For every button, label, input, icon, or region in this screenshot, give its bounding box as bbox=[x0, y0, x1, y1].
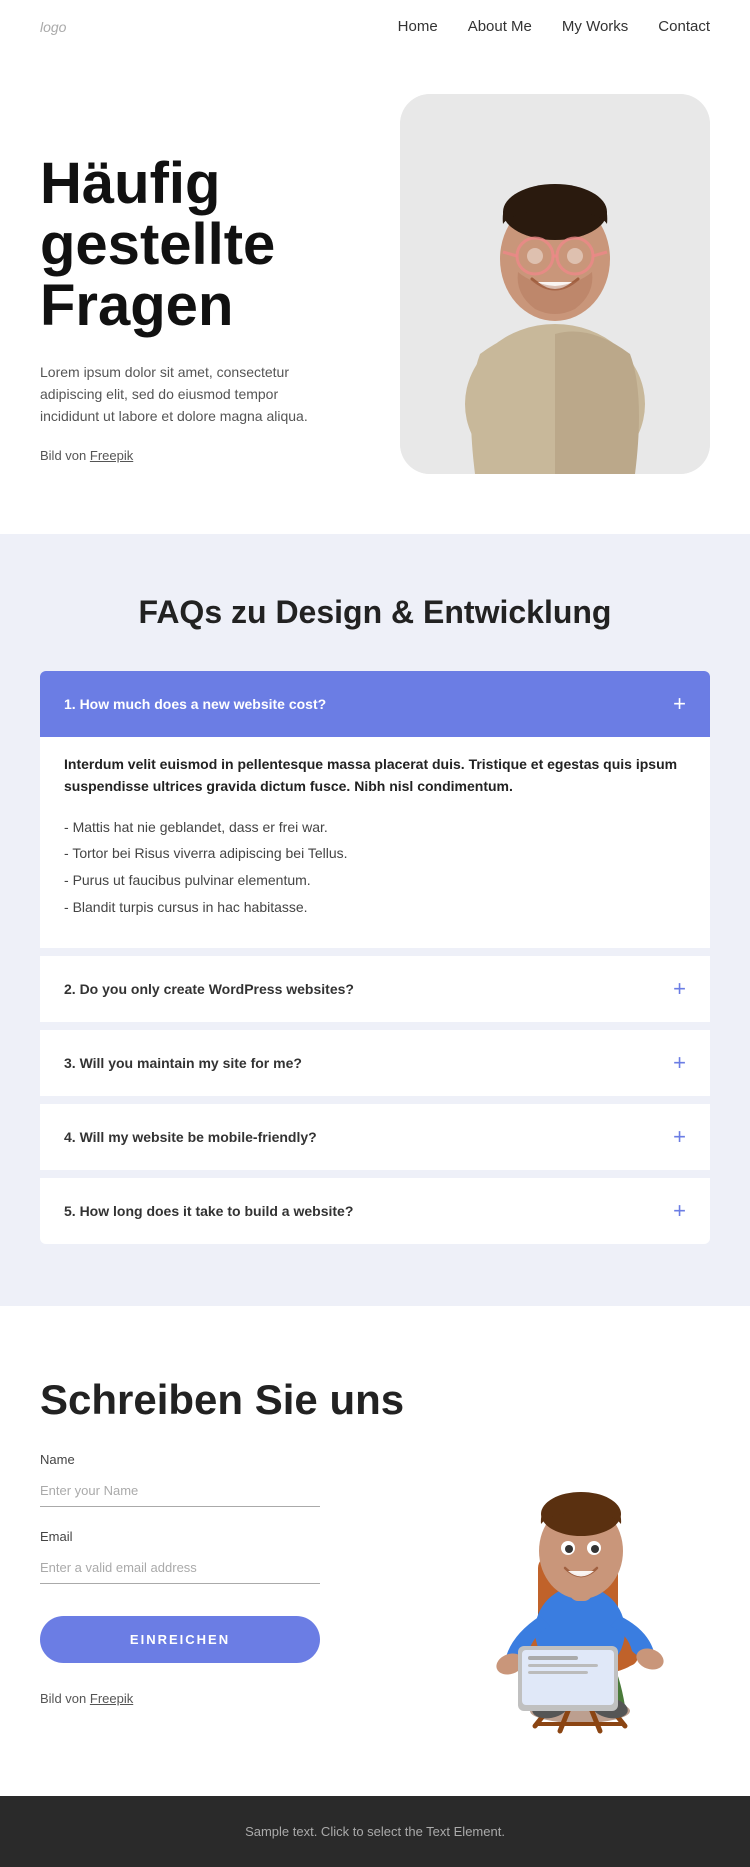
faq-question-4[interactable]: 4. Will my website be mobile-friendly? + bbox=[40, 1104, 710, 1170]
faq-plus-icon-3: + bbox=[673, 1052, 686, 1074]
list-item: Purus ut faucibus pulvinar elementum. bbox=[64, 867, 686, 894]
faq-item-4: 4. Will my website be mobile-friendly? + bbox=[40, 1104, 710, 1170]
submit-button[interactable]: EINREICHEN bbox=[40, 1616, 320, 1663]
name-form-group: Name bbox=[40, 1452, 430, 1507]
faq-item-3: 3. Will you maintain my site for me? + bbox=[40, 1030, 710, 1096]
hero-person-svg bbox=[400, 94, 710, 474]
faq-question-text-5: 5. How long does it take to build a webs… bbox=[64, 1203, 353, 1219]
faq-plus-icon-4: + bbox=[673, 1126, 686, 1148]
faq-plus-icon-2: + bbox=[673, 978, 686, 1000]
faq-question-text-1: 1. How much does a new website cost? bbox=[64, 696, 326, 712]
faq-item-1: 1. How much does a new website cost? + I… bbox=[40, 671, 710, 948]
email-form-group: Email bbox=[40, 1529, 430, 1584]
faq-item-2: 2. Do you only create WordPress websites… bbox=[40, 956, 710, 1022]
hero-credit: Bild von Freepik bbox=[40, 448, 380, 463]
list-item: Mattis hat nie geblandet, dass er frei w… bbox=[64, 814, 686, 841]
name-label: Name bbox=[40, 1452, 430, 1467]
faq-question-text-2: 2. Do you only create WordPress websites… bbox=[64, 981, 354, 997]
hero-text: Häufig gestellte Fragen Lorem ipsum dolo… bbox=[40, 94, 400, 463]
faq-plus-icon-5: + bbox=[673, 1200, 686, 1222]
name-input[interactable] bbox=[40, 1475, 320, 1507]
faq-question-3[interactable]: 3. Will you maintain my site for me? + bbox=[40, 1030, 710, 1096]
nav-contact[interactable]: Contact bbox=[658, 18, 710, 35]
contact-credit: Bild von Freepik bbox=[40, 1691, 430, 1706]
navigation: logo Home About Me My Works Contact bbox=[0, 0, 750, 54]
contact-section: Schreiben Sie uns Name Email EINREICHEN … bbox=[0, 1306, 750, 1796]
faq-answer-list-1: Mattis hat nie geblandet, dass er frei w… bbox=[64, 814, 686, 920]
hero-section: Häufig gestellte Fragen Lorem ipsum dolo… bbox=[0, 54, 750, 534]
faq-answer-bold-1: Interdum velit euismod in pellentesque m… bbox=[64, 753, 686, 798]
nav-links: Home About Me My Works Contact bbox=[398, 18, 710, 36]
hero-image bbox=[400, 94, 710, 474]
faq-question-2[interactable]: 2. Do you only create WordPress websites… bbox=[40, 956, 710, 1022]
nav-about[interactable]: About Me bbox=[468, 18, 532, 35]
hero-freepik-link[interactable]: Freepik bbox=[90, 448, 133, 463]
contact-freepik-link[interactable]: Freepik bbox=[90, 1691, 133, 1706]
hero-description: Lorem ipsum dolor sit amet, consectetur … bbox=[40, 361, 340, 428]
faq-list: 1. How much does a new website cost? + I… bbox=[40, 671, 710, 1246]
list-item: Blandit turpis cursus in hac habitasse. bbox=[64, 894, 686, 921]
hero-title: Häufig gestellte Fragen bbox=[40, 154, 380, 337]
nav-works[interactable]: My Works bbox=[562, 18, 628, 35]
contact-title: Schreiben Sie uns bbox=[40, 1376, 430, 1424]
faq-title: FAQs zu Design & Entwicklung bbox=[40, 594, 710, 631]
faq-question-text-4: 4. Will my website be mobile-friendly? bbox=[64, 1129, 317, 1145]
contact-image bbox=[450, 1376, 710, 1736]
logo: logo bbox=[40, 19, 66, 35]
faq-question-5[interactable]: 5. How long does it take to build a webs… bbox=[40, 1178, 710, 1244]
nav-home[interactable]: Home bbox=[398, 18, 438, 35]
contact-person-svg bbox=[450, 1416, 710, 1736]
list-item: Tortor bei Risus viverra adipiscing bei … bbox=[64, 840, 686, 867]
faq-question-1[interactable]: 1. How much does a new website cost? + bbox=[40, 671, 710, 737]
faq-answer-1: Interdum velit euismod in pellentesque m… bbox=[40, 737, 710, 948]
faq-item-5: 5. How long does it take to build a webs… bbox=[40, 1178, 710, 1244]
email-label: Email bbox=[40, 1529, 430, 1544]
contact-left: Schreiben Sie uns Name Email EINREICHEN … bbox=[40, 1376, 430, 1706]
footer: Sample text. Click to select the Text El… bbox=[0, 1796, 750, 1867]
faq-plus-icon-1: + bbox=[673, 693, 686, 715]
footer-text: Sample text. Click to select the Text El… bbox=[40, 1824, 710, 1839]
email-input[interactable] bbox=[40, 1552, 320, 1584]
faq-section: FAQs zu Design & Entwicklung 1. How much… bbox=[0, 534, 750, 1306]
faq-question-text-3: 3. Will you maintain my site for me? bbox=[64, 1055, 302, 1071]
